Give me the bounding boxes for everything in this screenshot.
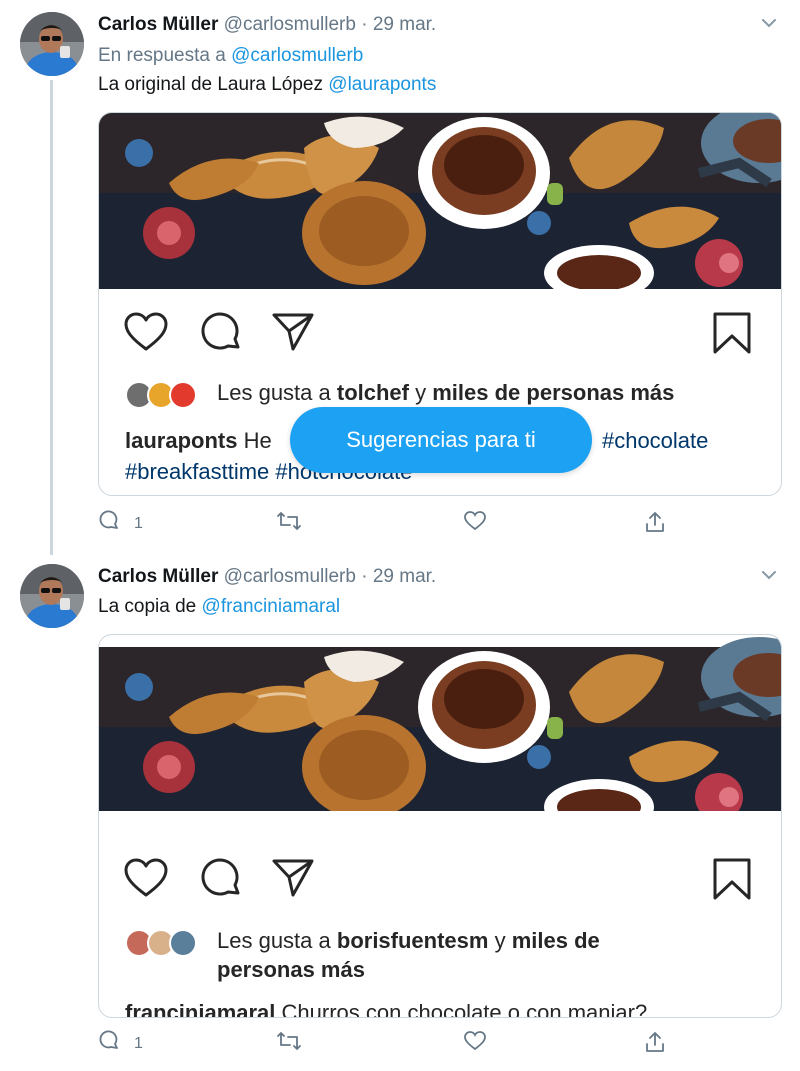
avatar: [169, 929, 197, 958]
likes-user[interactable]: tolchef: [337, 380, 409, 405]
liker-avatars: [125, 379, 207, 410]
tweet-actions: 1: [98, 510, 698, 540]
suggestions-pill-button[interactable]: Sugerencias para ti: [290, 407, 592, 473]
bookmark-icon[interactable]: [711, 311, 753, 360]
caption-text: He: [243, 428, 272, 453]
author-name[interactable]: Carlos Müller: [98, 566, 218, 587]
likes-mid: y: [415, 380, 427, 405]
tweet-date[interactable]: 29 mar.: [373, 566, 436, 587]
tweet[interactable]: Carlos Müller @carlosmullerb · 29 mar. E…: [0, 0, 800, 555]
author-handle[interactable]: @carlosmullerb: [224, 14, 356, 35]
like-icon: [463, 510, 487, 537]
retweet-icon: [276, 510, 302, 537]
comment-icon[interactable]: [199, 857, 243, 906]
reply-icon: [98, 1030, 120, 1057]
send-icon[interactable]: [271, 311, 315, 358]
heart-icon[interactable]: [123, 857, 169, 904]
likes-prefix: Les gusta a: [217, 928, 331, 953]
caption-user[interactable]: franciniamaral: [125, 1000, 275, 1017]
embed-photo[interactable]: [99, 113, 782, 289]
share-icon: [644, 1030, 666, 1059]
tweet-header: Carlos Müller @carlosmullerb · 29 mar.: [98, 14, 436, 36]
retweet-icon: [276, 1030, 302, 1057]
embed-photo[interactable]: [99, 635, 782, 811]
tweet-header: Carlos Müller @carlosmullerb · 29 mar.: [98, 566, 436, 588]
mention-link[interactable]: @lauraponts: [328, 74, 436, 95]
hashtag[interactable]: #chocolate: [602, 428, 708, 453]
avatar[interactable]: [20, 564, 84, 628]
liker-avatars: [125, 927, 207, 958]
like-icon: [463, 1030, 487, 1057]
reply-button[interactable]: 1: [98, 1030, 143, 1057]
likes-mid: y: [494, 928, 506, 953]
reply-icon: [98, 510, 120, 537]
avatar[interactable]: [20, 12, 84, 76]
reply-handle-link[interactable]: @carlosmullerb: [231, 45, 363, 66]
tweet[interactable]: Carlos Müller @carlosmullerb · 29 mar. L…: [0, 555, 800, 1071]
tweet-text-prefix: La original de Laura López: [98, 74, 324, 95]
likes-summary: Les gusta a borisfuentesm y miles de per…: [125, 926, 685, 982]
share-button[interactable]: [644, 510, 666, 539]
caption-text: Churros con chocolate o con manjar?: [281, 1000, 648, 1018]
caption-user[interactable]: lauraponts: [125, 428, 237, 453]
instagram-embed-card[interactable]: Les gusta a borisfuentesm y miles de per…: [98, 634, 782, 1018]
separator: ·: [361, 14, 368, 35]
author-handle[interactable]: @carlosmullerb: [224, 566, 356, 587]
retweet-button[interactable]: [276, 1030, 302, 1057]
thread-line: [50, 80, 53, 555]
chevron-down-icon[interactable]: [760, 14, 778, 32]
reply-count: 1: [134, 514, 143, 532]
likes-summary: Les gusta a tolchef y miles de personas …: [125, 378, 765, 410]
tweet-text: La original de Laura López @lauraponts: [98, 74, 436, 96]
send-icon[interactable]: [271, 857, 315, 904]
like-button[interactable]: [463, 1030, 487, 1057]
reply-prefix: En respuesta a: [98, 45, 226, 66]
retweet-button[interactable]: [276, 510, 302, 537]
tweet-actions: 1: [98, 1030, 698, 1060]
likes-user[interactable]: borisfuentesm: [337, 928, 489, 953]
share-icon: [644, 510, 666, 539]
chevron-down-icon[interactable]: [760, 566, 778, 584]
mention-link[interactable]: @franciniamaral: [202, 596, 341, 617]
hashtag[interactable]: #breakfasttime: [125, 459, 269, 484]
reply-context: En respuesta a @carlosmullerb: [98, 45, 363, 67]
bookmark-icon[interactable]: [711, 857, 753, 906]
embed-caption: franciniamaral Churros con chocolate o c…: [125, 1000, 765, 1018]
heart-icon[interactable]: [123, 311, 169, 358]
like-button[interactable]: [463, 510, 487, 537]
tweet-date[interactable]: 29 mar.: [373, 14, 436, 35]
likes-prefix: Les gusta a: [217, 380, 331, 405]
separator: ·: [361, 566, 368, 587]
likes-suffix: miles de personas más: [432, 380, 675, 405]
reply-button[interactable]: 1: [98, 510, 143, 537]
reply-count: 1: [134, 1034, 143, 1052]
share-button[interactable]: [644, 1030, 666, 1059]
author-name[interactable]: Carlos Müller: [98, 14, 218, 35]
avatar: [169, 381, 197, 410]
tweet-text-prefix: La copia de: [98, 596, 197, 617]
comment-icon[interactable]: [199, 311, 243, 360]
tweet-text: La copia de @franciniamaral: [98, 596, 340, 618]
